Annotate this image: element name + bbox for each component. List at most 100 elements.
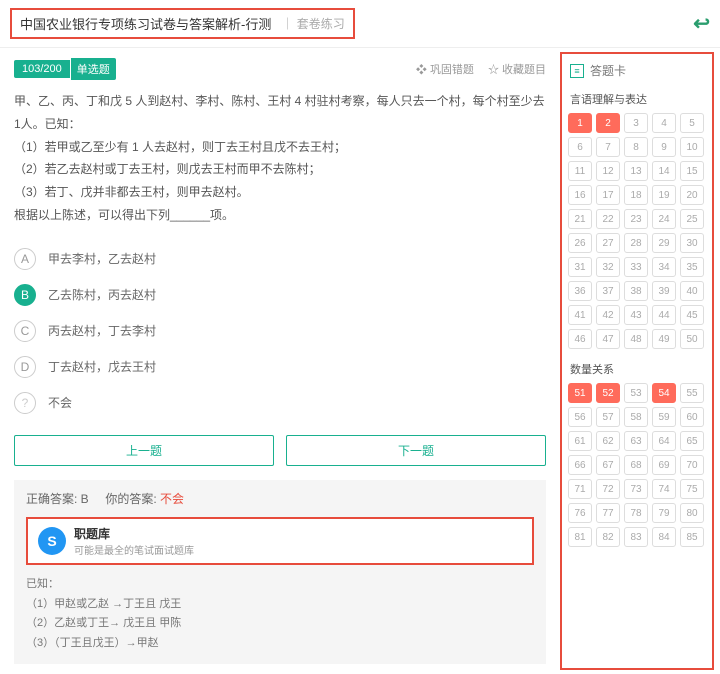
card-cell-63[interactable]: 63 xyxy=(624,431,648,451)
card-cell-45[interactable]: 45 xyxy=(680,305,704,325)
card-cell-12[interactable]: 12 xyxy=(596,161,620,181)
card-cell-20[interactable]: 20 xyxy=(680,185,704,205)
card-cell-66[interactable]: 66 xyxy=(568,455,592,475)
card-cell-51[interactable]: 51 xyxy=(568,383,592,403)
card-cell-65[interactable]: 65 xyxy=(680,431,704,451)
card-cell-73[interactable]: 73 xyxy=(624,479,648,499)
next-button[interactable]: 下一题 xyxy=(286,435,546,466)
consolidate-button[interactable]: ❖ 巩固错题 xyxy=(416,61,474,77)
card-cell-7[interactable]: 7 xyxy=(596,137,620,157)
card-cell-16[interactable]: 16 xyxy=(568,185,592,205)
card-cell-25[interactable]: 25 xyxy=(680,209,704,229)
card-cell-44[interactable]: 44 xyxy=(652,305,676,325)
card-cell-72[interactable]: 72 xyxy=(596,479,620,499)
card-cell-83[interactable]: 83 xyxy=(624,527,648,547)
card-cell-84[interactable]: 84 xyxy=(652,527,676,547)
card-cell-46[interactable]: 46 xyxy=(568,329,592,349)
card-cell-33[interactable]: 33 xyxy=(624,257,648,277)
card-cell-70[interactable]: 70 xyxy=(680,455,704,475)
card-cell-64[interactable]: 64 xyxy=(652,431,676,451)
card-cell-27[interactable]: 27 xyxy=(596,233,620,253)
card-cell-34[interactable]: 34 xyxy=(652,257,676,277)
card-cell-67[interactable]: 67 xyxy=(596,455,620,475)
card-cell-26[interactable]: 26 xyxy=(568,233,592,253)
card-cell-37[interactable]: 37 xyxy=(596,281,620,301)
card-cell-76[interactable]: 76 xyxy=(568,503,592,523)
card-cell-58[interactable]: 58 xyxy=(624,407,648,427)
card-cell-23[interactable]: 23 xyxy=(624,209,648,229)
card-cell-10[interactable]: 10 xyxy=(680,137,704,157)
card-cell-40[interactable]: 40 xyxy=(680,281,704,301)
card-cell-61[interactable]: 61 xyxy=(568,431,592,451)
card-cell-53[interactable]: 53 xyxy=(624,383,648,403)
card-cell-24[interactable]: 24 xyxy=(652,209,676,229)
card-cell-22[interactable]: 22 xyxy=(596,209,620,229)
reply-icon[interactable]: ↩ xyxy=(693,11,710,36)
card-cell-30[interactable]: 30 xyxy=(680,233,704,253)
card-cell-17[interactable]: 17 xyxy=(596,185,620,205)
card-cell-77[interactable]: 77 xyxy=(596,503,620,523)
card-cell-38[interactable]: 38 xyxy=(624,281,648,301)
card-cell-59[interactable]: 59 xyxy=(652,407,676,427)
question-index: 103/200 xyxy=(14,60,70,78)
card-cell-6[interactable]: 6 xyxy=(568,137,592,157)
favorite-button[interactable]: ☆ 收藏题目 xyxy=(488,61,546,77)
card-cell-60[interactable]: 60 xyxy=(680,407,704,427)
card-cell-52[interactable]: 52 xyxy=(596,383,620,403)
card-cell-31[interactable]: 31 xyxy=(568,257,592,277)
card-cell-8[interactable]: 8 xyxy=(624,137,648,157)
card-cell-71[interactable]: 71 xyxy=(568,479,592,499)
card-cell-13[interactable]: 13 xyxy=(624,161,648,181)
card-cell-18[interactable]: 18 xyxy=(624,185,648,205)
card-cell-80[interactable]: 80 xyxy=(680,503,704,523)
card-cell-11[interactable]: 11 xyxy=(568,161,592,181)
card-cell-85[interactable]: 85 xyxy=(680,527,704,547)
card-cell-15[interactable]: 15 xyxy=(680,161,704,181)
card-cell-36[interactable]: 36 xyxy=(568,281,592,301)
card-cell-42[interactable]: 42 xyxy=(596,305,620,325)
card-cell-3[interactable]: 3 xyxy=(624,113,648,133)
option-?[interactable]: ?不会 xyxy=(14,385,546,421)
card-cell-9[interactable]: 9 xyxy=(652,137,676,157)
card-cell-69[interactable]: 69 xyxy=(652,455,676,475)
card-cell-49[interactable]: 49 xyxy=(652,329,676,349)
card-cell-78[interactable]: 78 xyxy=(624,503,648,523)
card-cell-74[interactable]: 74 xyxy=(652,479,676,499)
options-list: A甲去李村，乙去赵村B乙去陈村，丙去赵村C丙去赵村，丁去李村D丁去赵村，戊去王村… xyxy=(14,241,546,421)
card-cell-35[interactable]: 35 xyxy=(680,257,704,277)
card-cell-57[interactable]: 57 xyxy=(596,407,620,427)
option-C[interactable]: C丙去赵村，丁去李村 xyxy=(14,313,546,349)
prev-button[interactable]: 上一题 xyxy=(14,435,274,466)
card-cell-48[interactable]: 48 xyxy=(624,329,648,349)
card-cell-54[interactable]: 54 xyxy=(652,383,676,403)
card-cell-62[interactable]: 62 xyxy=(596,431,620,451)
option-B[interactable]: B乙去陈村，丙去赵村 xyxy=(14,277,546,313)
card-cell-68[interactable]: 68 xyxy=(624,455,648,475)
card-cell-1[interactable]: 1 xyxy=(568,113,592,133)
card-cell-29[interactable]: 29 xyxy=(652,233,676,253)
card-cell-2[interactable]: 2 xyxy=(596,113,620,133)
question-stem: 甲、乙、丙、丁和戊 5 人到赵村、李村、陈村、王村 4 村驻村考察，每人只去一个… xyxy=(14,90,546,227)
card-cell-5[interactable]: 5 xyxy=(680,113,704,133)
card-cell-47[interactable]: 47 xyxy=(596,329,620,349)
card-cell-4[interactable]: 4 xyxy=(652,113,676,133)
card-cell-81[interactable]: 81 xyxy=(568,527,592,547)
option-D[interactable]: D丁去赵村，戊去王村 xyxy=(14,349,546,385)
card-cell-28[interactable]: 28 xyxy=(624,233,648,253)
card-cell-21[interactable]: 21 xyxy=(568,209,592,229)
card-cell-55[interactable]: 55 xyxy=(680,383,704,403)
card-cell-14[interactable]: 14 xyxy=(652,161,676,181)
card-cell-39[interactable]: 39 xyxy=(652,281,676,301)
card-cell-56[interactable]: 56 xyxy=(568,407,592,427)
card-cell-50[interactable]: 50 xyxy=(680,329,704,349)
correct-answer: 正确答案: B xyxy=(26,492,89,506)
card-cell-41[interactable]: 41 xyxy=(568,305,592,325)
card-cell-79[interactable]: 79 xyxy=(652,503,676,523)
section2-title: 数量关系 xyxy=(564,357,710,383)
option-A[interactable]: A甲去李村，乙去赵村 xyxy=(14,241,546,277)
card-cell-82[interactable]: 82 xyxy=(596,527,620,547)
card-cell-75[interactable]: 75 xyxy=(680,479,704,499)
card-cell-43[interactable]: 43 xyxy=(624,305,648,325)
card-cell-32[interactable]: 32 xyxy=(596,257,620,277)
card-cell-19[interactable]: 19 xyxy=(652,185,676,205)
